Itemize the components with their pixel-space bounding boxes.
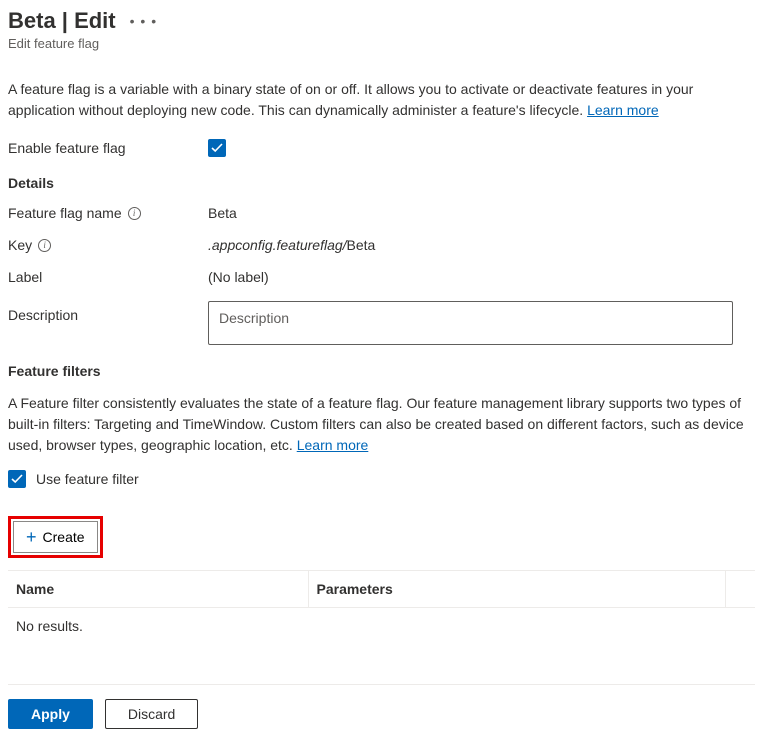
flag-name-value: Beta <box>208 205 237 221</box>
key-label: Key <box>8 237 32 253</box>
enable-flag-label: Enable feature flag <box>8 140 208 156</box>
more-options-icon[interactable]: • • • <box>126 9 161 33</box>
use-filter-checkbox[interactable] <box>8 470 26 488</box>
details-heading: Details <box>8 175 755 191</box>
column-name[interactable]: Name <box>8 571 308 608</box>
table-row: No results. <box>8 608 755 645</box>
filters-learn-more-link[interactable]: Learn more <box>297 437 369 453</box>
create-button[interactable]: + Create <box>13 521 98 553</box>
create-button-label: Create <box>43 529 85 545</box>
info-icon[interactable]: i <box>128 207 141 220</box>
description-label: Description <box>8 307 78 323</box>
label-label: Label <box>8 269 42 285</box>
filters-description: A Feature filter consistently evaluates … <box>8 393 755 456</box>
create-button-highlight: + Create <box>8 516 103 558</box>
flag-name-label: Feature flag name <box>8 205 122 221</box>
enable-flag-checkbox[interactable] <box>208 139 226 157</box>
checkmark-icon <box>11 473 23 485</box>
filters-table: Name Parameters No results. <box>8 570 755 644</box>
plus-icon: + <box>26 528 37 546</box>
description-input[interactable] <box>208 301 733 345</box>
column-parameters[interactable]: Parameters <box>308 571 725 608</box>
label-value: (No label) <box>208 269 269 285</box>
page-subtitle: Edit feature flag <box>8 36 755 51</box>
column-actions <box>725 571 755 608</box>
info-icon[interactable]: i <box>38 239 51 252</box>
empty-results: No results. <box>8 608 755 645</box>
apply-button[interactable]: Apply <box>8 699 93 729</box>
intro-text: A feature flag is a variable with a bina… <box>8 79 755 121</box>
checkmark-icon <box>211 142 223 154</box>
intro-learn-more-link[interactable]: Learn more <box>587 102 659 118</box>
filters-desc-body: A Feature filter consistently evaluates … <box>8 395 744 453</box>
page-title: Beta | Edit <box>8 8 116 34</box>
discard-button[interactable]: Discard <box>105 699 198 729</box>
filters-heading: Feature filters <box>8 363 755 379</box>
key-value: .appconfig.featureflag/Beta <box>208 237 375 253</box>
use-filter-label: Use feature filter <box>36 471 139 487</box>
